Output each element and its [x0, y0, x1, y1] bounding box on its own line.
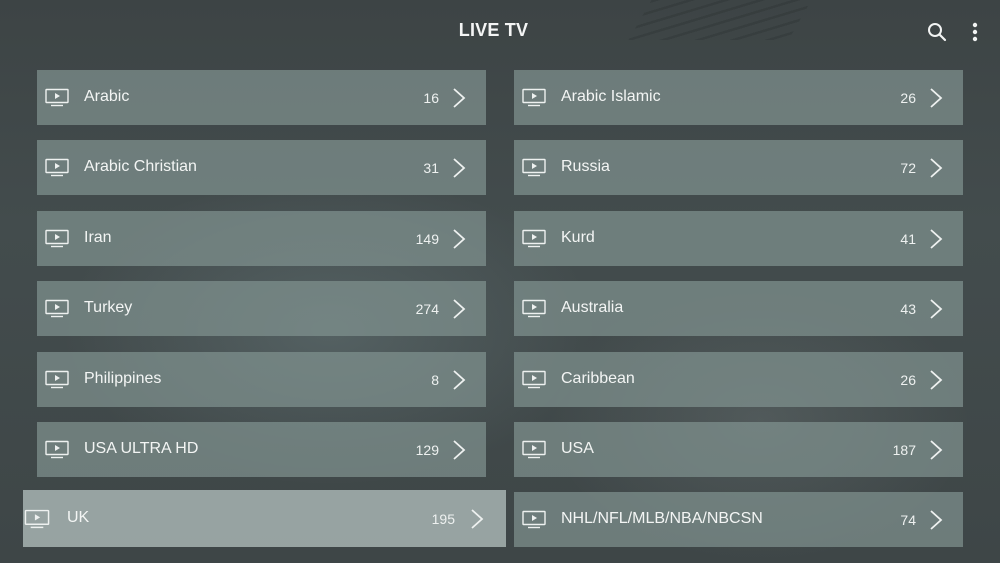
tv-icon: [24, 509, 50, 530]
chevron-right-icon: [452, 369, 466, 391]
category-item[interactable]: USA ULTRA HD 129: [37, 422, 486, 477]
category-item[interactable]: Russia 72: [514, 140, 963, 195]
tv-icon: [522, 370, 546, 390]
category-name: Russia: [561, 158, 610, 175]
chevron-right-icon: [452, 87, 466, 109]
channel-count: 195: [431, 511, 455, 527]
tv-icon: [522, 440, 546, 460]
category-name: Philippines: [84, 370, 162, 387]
channel-count: 72: [900, 160, 916, 176]
category-item[interactable]: Philippines 8: [37, 352, 486, 407]
tv-icon: [45, 370, 69, 390]
channel-count: 8: [431, 372, 439, 388]
channel-count: 187: [892, 442, 916, 458]
chevron-right-icon: [929, 509, 943, 531]
tv-icon: [522, 229, 546, 249]
chevron-right-icon: [929, 439, 943, 461]
page-title: LIVE TV: [458, 20, 529, 40]
category-item[interactable]: UK 195: [23, 490, 506, 547]
category-item[interactable]: Iran 149: [37, 211, 486, 266]
category-item[interactable]: Arabic Islamic 26: [514, 70, 963, 125]
category-item[interactable]: Australia 43: [514, 281, 963, 336]
tv-icon: [522, 88, 546, 108]
category-name: USA ULTRA HD: [84, 440, 199, 457]
category-name: Australia: [561, 299, 624, 316]
category-name: Kurd: [561, 229, 595, 246]
tv-icon: [522, 158, 546, 178]
category-item[interactable]: Caribbean 26: [514, 352, 963, 407]
channel-count: 16: [423, 90, 439, 106]
channel-count: 74: [900, 512, 916, 528]
chevron-right-icon: [929, 369, 943, 391]
more-vertical-icon: [972, 22, 978, 42]
chevron-right-icon: [452, 157, 466, 179]
category-name: USA: [561, 440, 594, 457]
channel-count: 31: [423, 160, 439, 176]
category-name: Arabic Christian: [84, 158, 197, 175]
tv-icon: [522, 299, 546, 319]
tv-icon: [45, 158, 69, 178]
chevron-right-icon: [452, 298, 466, 320]
category-name: Turkey: [84, 299, 133, 316]
chevron-right-icon: [929, 157, 943, 179]
channel-count: 149: [415, 231, 439, 247]
channel-count: 26: [900, 372, 916, 388]
tv-icon: [45, 88, 69, 108]
search-icon: [928, 23, 947, 42]
category-item[interactable]: NHL/NFL/MLB/NBA/NBCSN 74: [514, 492, 963, 547]
channel-count: 26: [900, 90, 916, 106]
category-name: NHL/NFL/MLB/NBA/NBCSN: [561, 510, 763, 527]
category-name: Arabic: [84, 88, 130, 105]
category-item[interactable]: Arabic 16: [37, 70, 486, 125]
category-item[interactable]: USA 187: [514, 422, 963, 477]
chevron-right-icon: [929, 298, 943, 320]
app-header: LIVE TV: [0, 0, 1000, 64]
channel-count: 274: [415, 301, 439, 317]
search-button[interactable]: [925, 18, 949, 46]
chevron-right-icon: [452, 439, 466, 461]
category-item[interactable]: Kurd 41: [514, 211, 963, 266]
category-name: Arabic Islamic: [561, 88, 661, 105]
tv-icon: [45, 440, 69, 460]
tv-icon: [522, 510, 546, 530]
more-options-button[interactable]: [963, 18, 987, 46]
category-name: Caribbean: [561, 370, 635, 387]
tv-icon: [45, 299, 69, 319]
channel-count: 43: [900, 301, 916, 317]
category-item[interactable]: Arabic Christian 31: [37, 140, 486, 195]
chevron-right-icon: [929, 228, 943, 250]
category-name: UK: [67, 509, 90, 526]
category-item[interactable]: Turkey 274: [37, 281, 486, 336]
channel-count: 41: [900, 231, 916, 247]
tv-icon: [45, 229, 69, 249]
category-name: Iran: [84, 229, 112, 246]
chevron-right-icon: [929, 87, 943, 109]
chevron-right-icon: [470, 508, 484, 530]
chevron-right-icon: [452, 228, 466, 250]
channel-count: 129: [415, 442, 439, 458]
